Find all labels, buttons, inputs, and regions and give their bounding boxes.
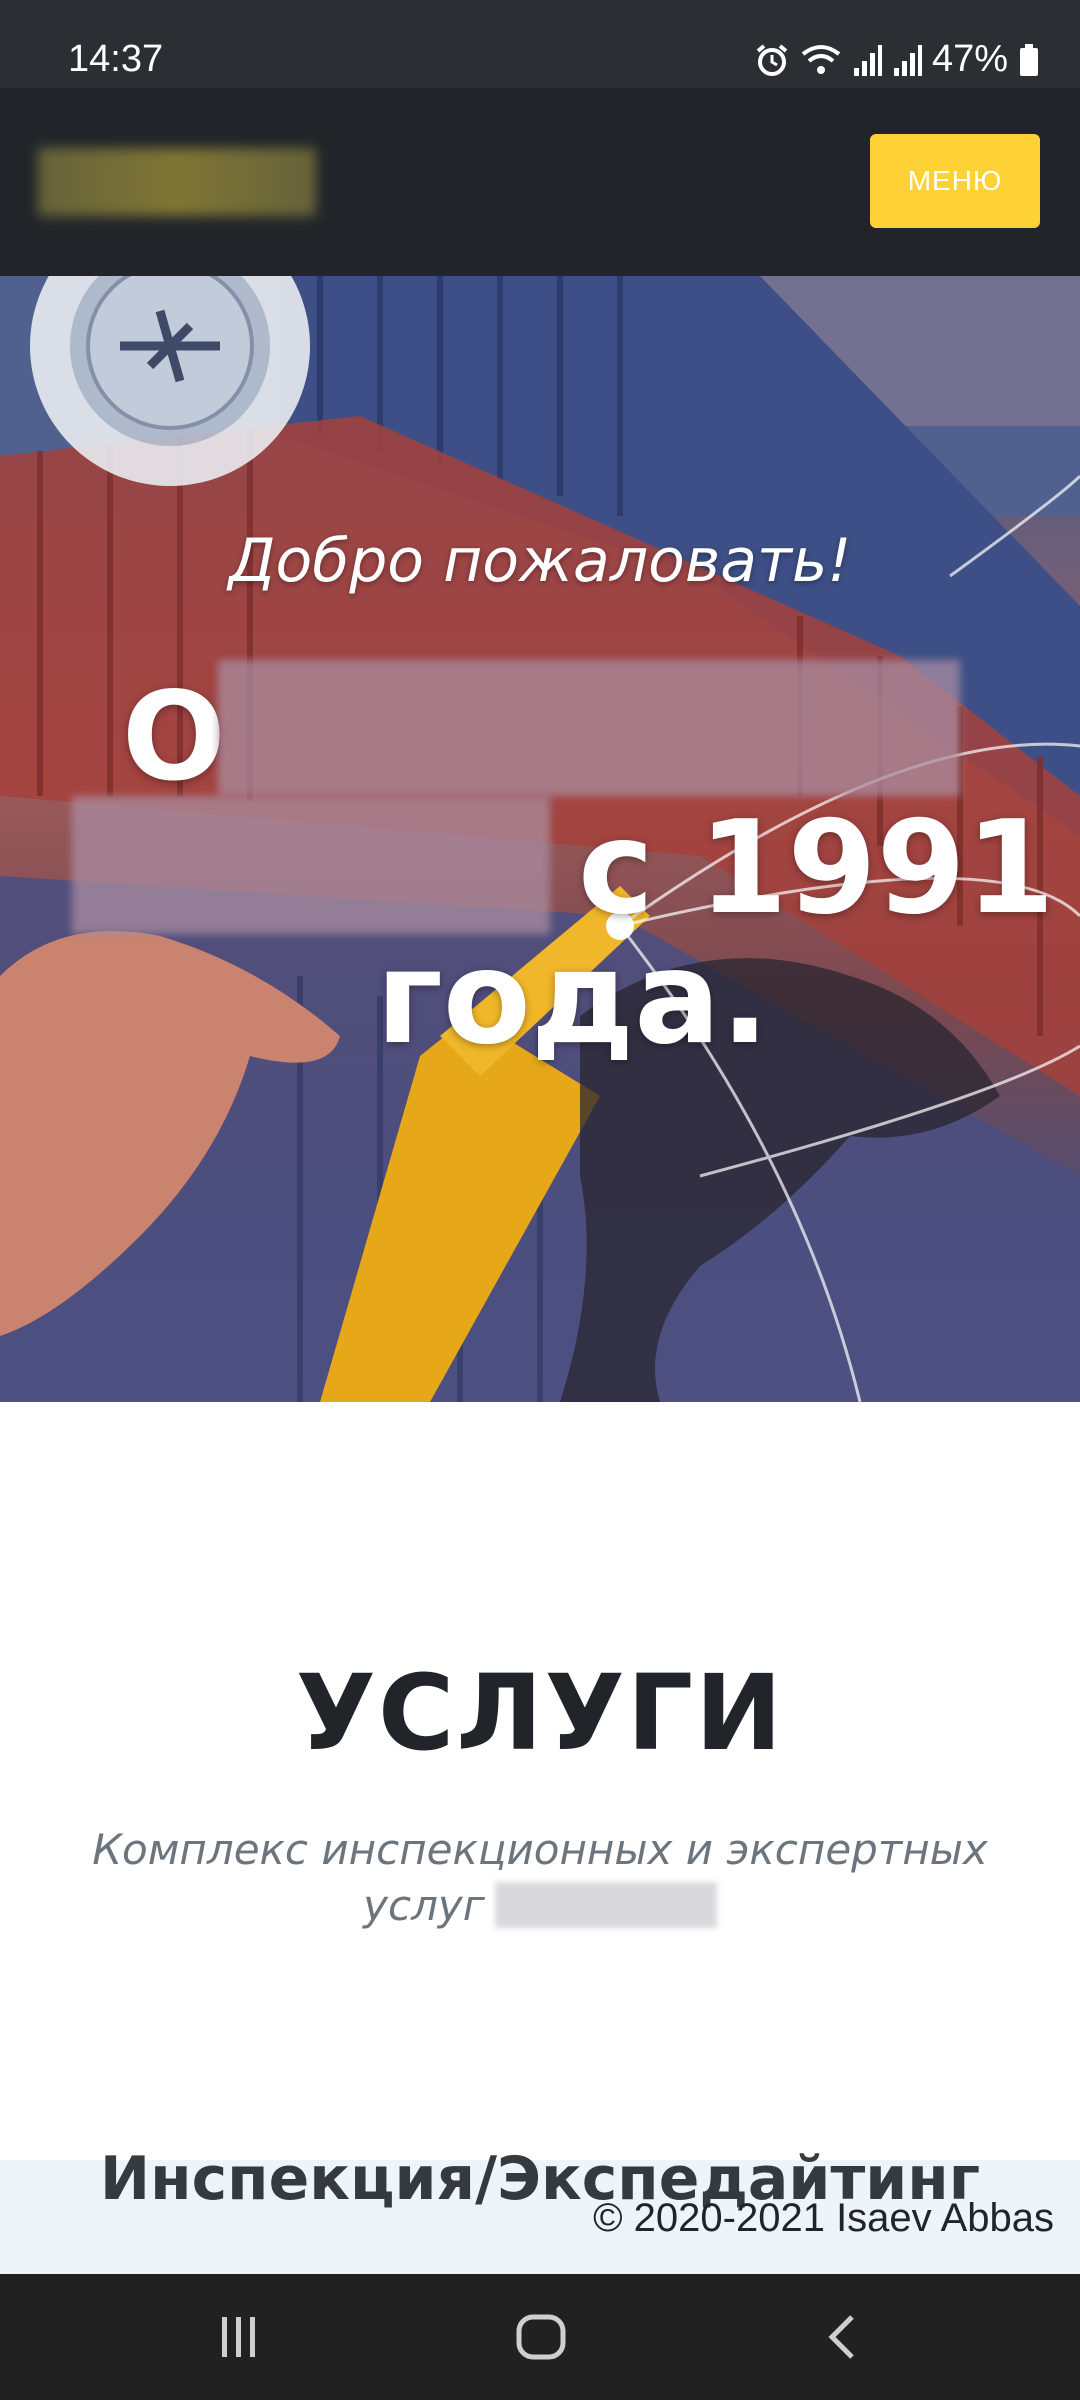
services-subtitle-line1: Комплекс инспекционных и экспертных	[92, 1825, 988, 1874]
battery-percent: 47%	[931, 38, 1008, 80]
site-logo[interactable]	[38, 148, 316, 216]
signal-icon	[853, 44, 882, 76]
signal-icon	[893, 44, 922, 76]
hero-title-line2: с 1991	[578, 794, 1055, 943]
back-icon[interactable]	[822, 2312, 862, 2362]
status-time: 14:37	[68, 38, 164, 80]
copyright-text: © 2020-2021 Isaev Abbas	[593, 2196, 1054, 2240]
status-bar: 14:37 47%	[0, 0, 1080, 88]
status-icons: 47%	[754, 38, 1040, 81]
site-navbar: МЕНЮ	[0, 88, 1080, 276]
recent-apps-icon[interactable]	[214, 2312, 264, 2362]
battery-icon	[1020, 43, 1038, 76]
hero-title-line3: года.	[376, 924, 770, 1073]
hero-title-line1: О	[122, 666, 226, 808]
wifi-icon	[801, 44, 841, 74]
system-navigation-bar	[0, 2274, 1080, 2400]
services-title: УСЛУГИ	[295, 1652, 785, 1774]
hero-subheading: Добро пожаловать!	[228, 526, 852, 596]
alarm-icon	[756, 43, 788, 76]
services-subtitle-line2: услуг	[80, 1878, 1000, 1934]
services-subtitle-text: услуг	[363, 1881, 485, 1930]
home-icon[interactable]	[514, 2312, 568, 2362]
hero-section: Добро пожаловать! О с 1991 года.	[0, 276, 1080, 1402]
services-subtitle: Комплекс инспекционных и экспертных услу…	[80, 1822, 1000, 1934]
redacted-text	[494, 1882, 717, 1928]
redacted-text	[72, 796, 550, 934]
redacted-text	[218, 660, 960, 796]
menu-button[interactable]: МЕНЮ	[870, 134, 1040, 228]
